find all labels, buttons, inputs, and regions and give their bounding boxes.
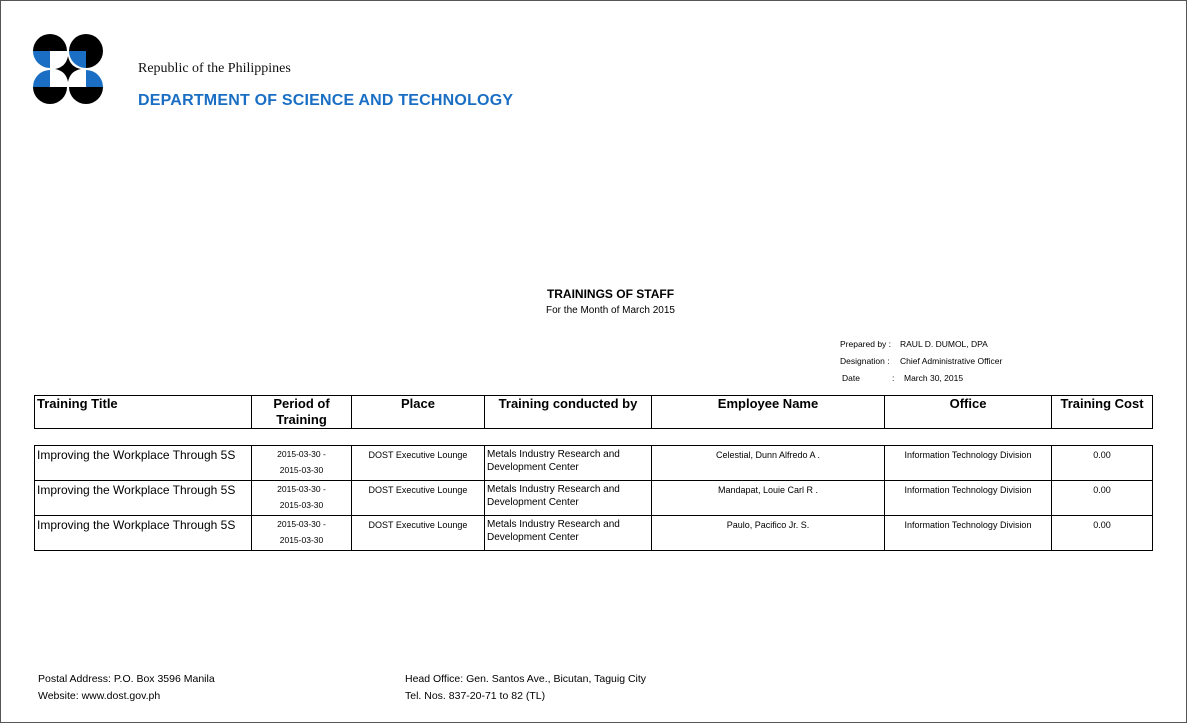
table-row: Improving the Workplace Through 5S 2015-… <box>34 445 1153 481</box>
date-line: Date: March 30, 2015 <box>842 373 963 383</box>
table-header: Training Title Period of Training Place … <box>34 395 1153 429</box>
designation-value: Chief Administrative Officer <box>900 356 1003 366</box>
col-office: Office <box>884 395 1052 429</box>
date-sep: : <box>892 373 895 383</box>
period-end: 2015-03-30 <box>279 465 324 475</box>
footer-left: Postal Address: P.O. Box 3596 Manila Web… <box>38 671 215 705</box>
postal-address: Postal Address: P.O. Box 3596 Manila <box>38 673 215 685</box>
row-title: Improving the Workplace Through 5S <box>34 445 252 481</box>
prepared-by-line: Prepared by : RAUL D. DUMOL, DPA <box>840 339 988 349</box>
department-name: DEPARTMENT OF SCIENCE AND TECHNOLOGY <box>138 92 514 109</box>
row-period: 2015-03-30 - 2015-03-30 <box>251 445 352 481</box>
row-office: Information Technology Division <box>884 515 1052 551</box>
website: Website: www.dost.gov.ph <box>38 690 161 702</box>
prepared-by-value: RAUL D. DUMOL, DPA <box>900 339 988 349</box>
row-place: DOST Executive Lounge <box>351 515 485 551</box>
table-row: Improving the Workplace Through 5S 2015-… <box>34 480 1153 516</box>
row-title: Improving the Workplace Through 5S <box>34 480 252 516</box>
date-value: March 30, 2015 <box>904 373 964 383</box>
head-office: Head Office: Gen. Santos Ave., Bicutan, … <box>405 673 647 685</box>
period-end: 2015-03-30 <box>279 500 324 510</box>
telephone: Tel. Nos. 837-20-71 to 82 (TL) <box>405 690 546 702</box>
col-conducted-by: Training conducted by <box>484 395 652 429</box>
row-place: DOST Executive Lounge <box>351 445 485 481</box>
col-training-cost: Training Cost <box>1051 395 1153 429</box>
report-title: TRAININGS OF STAFF <box>546 287 675 301</box>
row-period: 2015-03-30 - 2015-03-30 <box>251 515 352 551</box>
row-place: DOST Executive Lounge <box>351 480 485 516</box>
conducted-by-line2: Development Center <box>487 532 579 543</box>
period-start: 2015-03-30 - <box>277 519 326 529</box>
row-office: Information Technology Division <box>884 480 1052 516</box>
row-cost: 0.00 <box>1051 515 1153 551</box>
row-employee: Mandapat, Louie Carl R . <box>651 480 885 516</box>
period-start: 2015-03-30 - <box>277 484 326 494</box>
table-row: Improving the Workplace Through 5S 2015-… <box>34 515 1153 551</box>
republic-text: Republic of the Philippines <box>138 61 291 76</box>
row-office: Information Technology Division <box>884 445 1052 481</box>
row-employee: Celestial, Dunn Alfredo A . <box>651 445 885 481</box>
designation-label: Designation : <box>840 356 890 366</box>
conducted-by-line1: Metals Industry Research and <box>487 519 620 530</box>
designation-line: Designation : Chief Administrative Office… <box>840 356 1002 366</box>
row-cost: 0.00 <box>1051 445 1153 481</box>
date-label: Date <box>842 373 860 383</box>
col-training-title: Training Title <box>34 395 252 429</box>
conducted-by-line1: Metals Industry Research and <box>487 484 620 495</box>
col-employee-name: Employee Name <box>651 395 885 429</box>
conducted-by-line2: Development Center <box>487 462 579 473</box>
prepared-by-label: Prepared by : <box>840 339 892 349</box>
row-cost: 0.00 <box>1051 480 1153 516</box>
row-title: Improving the Workplace Through 5S <box>34 515 252 551</box>
row-conducted-by: Metals Industry Research and Development … <box>484 480 652 516</box>
row-employee: Paulo, Pacifico Jr. S. <box>651 515 885 551</box>
row-conducted-by: Metals Industry Research and Development … <box>484 445 652 481</box>
footer-right: Head Office: Gen. Santos Ave., Bicutan, … <box>405 671 646 705</box>
col-place: Place <box>351 395 485 429</box>
report-subtitle: For the Month of March 2015 <box>546 305 675 316</box>
dost-logo <box>33 34 103 104</box>
period-end: 2015-03-30 <box>279 535 324 545</box>
col-period: Period of Training <box>251 395 352 429</box>
row-conducted-by: Metals Industry Research and Development … <box>484 515 652 551</box>
period-start: 2015-03-30 - <box>277 449 326 459</box>
conducted-by-line2: Development Center <box>487 497 579 508</box>
conducted-by-line1: Metals Industry Research and <box>487 449 620 460</box>
training-table: Improving the Workplace Through 5S 2015-… <box>34 445 1153 551</box>
row-period: 2015-03-30 - 2015-03-30 <box>251 480 352 516</box>
